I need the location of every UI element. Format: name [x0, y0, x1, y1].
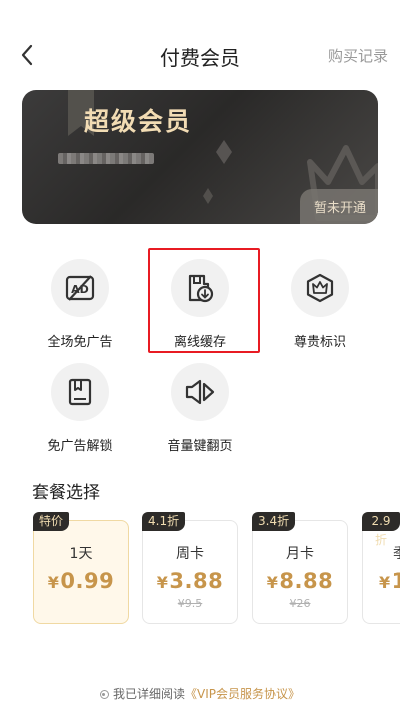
feature-no-ads[interactable]: AD 全场免广告 — [25, 259, 135, 350]
original-price: ¥9.5 — [177, 597, 203, 610]
feature-volume-page-turn[interactable]: 音量键翻页 — [145, 363, 255, 454]
purchase-history-link[interactable]: 购买记录 — [328, 45, 388, 66]
package-name: 1天 — [69, 546, 93, 562]
package-card-week[interactable]: 4.1折 周卡 ¥3.88 ¥9.5 — [142, 512, 238, 624]
feature-vip-badge[interactable]: 尊贵标识 — [265, 259, 375, 350]
package-price: ¥1 — [363, 569, 400, 593]
package-card-quarter-partial[interactable]: 2.9折 季 ¥1 — [362, 512, 400, 624]
package-name: 周卡 — [176, 546, 204, 562]
feature-label: 音量键翻页 — [167, 439, 233, 454]
feature-label: 免广告解锁 — [47, 439, 113, 454]
feature-icon-circle — [51, 363, 109, 421]
agreement-row: 我已详细阅读《VIP会员服务协议》 — [0, 685, 400, 702]
discount-badge: 4.1折 — [142, 512, 186, 531]
original-price: ¥26 — [289, 597, 311, 610]
agreement-radio[interactable] — [99, 690, 109, 699]
currency-symbol: ¥ — [47, 573, 60, 592]
vip-card-title: 超级会员 — [84, 107, 193, 136]
no-ad-icon: AD — [65, 275, 95, 301]
volume-page-turn-icon — [185, 379, 215, 405]
user-name-blurred — [58, 153, 154, 164]
price-value: 1 — [391, 569, 400, 593]
highlight-annotation-box — [148, 248, 260, 353]
vip-status-button[interactable]: 暂未开通 — [299, 189, 378, 224]
currency-symbol: ¥ — [266, 573, 279, 592]
price-value: 3.88 — [169, 569, 224, 593]
agreement-text: 我已详细阅读 — [112, 687, 185, 701]
package-section-title: 套餐选择 — [32, 483, 100, 503]
package-price: ¥8.88 — [253, 569, 347, 593]
feature-icon-circle — [291, 259, 349, 317]
package-card-month[interactable]: 3.4折 月卡 ¥8.88 ¥26 — [252, 512, 348, 624]
feature-label: 全场免广告 — [47, 335, 113, 350]
feature-label: 尊贵标识 — [293, 335, 346, 350]
package-name: 月卡 — [286, 546, 314, 562]
package-price: ¥3.88 — [143, 569, 237, 593]
crown-badge-icon — [306, 273, 334, 303]
vip-card: 超级会员 暂未开通 — [22, 90, 378, 224]
discount-badge: 3.4折 — [252, 512, 296, 531]
currency-symbol: ¥ — [156, 573, 169, 592]
price-value: 8.88 — [279, 569, 334, 593]
package-card-1day[interactable]: 特价 1天 ¥0.99 — [33, 512, 129, 624]
feature-icon-circle: AD — [51, 259, 109, 317]
discount-badge: 特价 — [33, 512, 70, 531]
feature-icon-circle — [171, 363, 229, 421]
service-agreement-link[interactable]: 《VIP会员服务协议》 — [185, 687, 300, 701]
discount-badge: 2.9折 — [362, 512, 400, 547]
currency-symbol: ¥ — [379, 573, 391, 592]
price-value: 0.99 — [60, 569, 115, 593]
package-price: ¥0.99 — [34, 569, 128, 593]
feature-ad-free-unlock[interactable]: 免广告解锁 — [25, 363, 135, 454]
book-unlock-icon — [68, 378, 92, 406]
